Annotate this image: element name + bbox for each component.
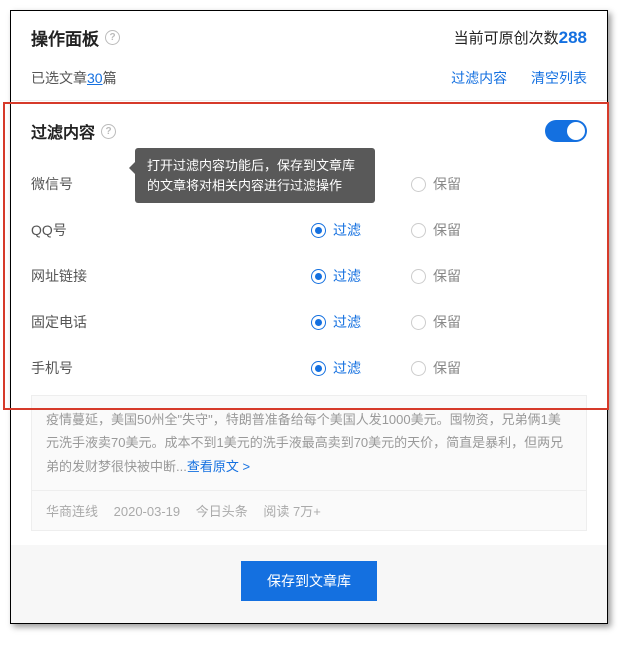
radio-icon (311, 269, 326, 284)
panel-title-text: 操作面板 (31, 25, 99, 50)
article-meta: 华商连线 2020-03-19 今日头条 阅读 7万+ (32, 491, 586, 530)
radio-label: 过滤 (333, 312, 361, 332)
radio-label: 保留 (433, 312, 461, 332)
remain-label: 当前可原创次数 (454, 30, 559, 47)
radio-group: 过滤 保留 (311, 220, 461, 240)
save-button[interactable]: 保存到文章库 (241, 561, 377, 601)
radio-icon (311, 223, 326, 238)
read-more-link[interactable]: 查看原文 > (187, 459, 250, 474)
radio-label: 过滤 (333, 266, 361, 286)
selected-number[interactable]: 30 (87, 70, 103, 86)
radio-label: 过滤 (333, 220, 361, 240)
radio-keep[interactable]: 保留 (411, 174, 461, 194)
subheader-actions: 过滤内容 清空列表 (431, 68, 587, 88)
filter-toggle[interactable] (545, 120, 587, 142)
article-reads: 阅读 7万+ (263, 504, 320, 519)
radio-filter[interactable]: 过滤 (311, 358, 361, 378)
subheader: 已选文章30篇 过滤内容 清空列表 (11, 60, 607, 101)
remain-number: 288 (559, 28, 587, 47)
filter-tooltip: 打开过滤内容功能后，保存到文章库的文章将对相关内容进行过滤操作 (135, 148, 375, 203)
tooltip-text: 打开过滤内容功能后，保存到文章库的文章将对相关内容进行过滤操作 (147, 158, 355, 193)
panel-title: 操作面板 ? (31, 25, 120, 50)
radio-icon (311, 361, 326, 376)
filter-label: QQ号 (31, 220, 311, 240)
article-text: 疫情蔓延，美国50州全"失守"，特朗普准备给每个美国人发1000美元。囤物资，兄… (46, 412, 563, 474)
article-card: 疫情蔓延，美国50州全"失守"，特朗普准备给每个美国人发1000美元。囤物资，兄… (31, 395, 587, 531)
selected-suffix: 篇 (103, 70, 117, 86)
radio-keep[interactable]: 保留 (411, 266, 461, 286)
filter-row-mobile: 手机号 过滤 保留 (31, 345, 587, 391)
article-source: 华商连线 (46, 504, 98, 519)
filter-title: 过滤内容 ? (31, 119, 116, 143)
radio-icon (411, 269, 426, 284)
filter-row-qq: QQ号 过滤 保留 (31, 207, 587, 253)
radio-icon (311, 315, 326, 330)
selected-count: 已选文章30篇 (31, 68, 117, 88)
radio-filter[interactable]: 过滤 (311, 266, 361, 286)
radio-filter[interactable]: 过滤 (311, 312, 361, 332)
radio-group: 过滤 保留 (311, 312, 461, 332)
radio-filter[interactable]: 过滤 (311, 220, 361, 240)
filter-label: 手机号 (31, 358, 311, 378)
filter-panel: 过滤内容 ? 微信号 过滤 保留 QQ号 过滤 保留 网址链接 过滤 保留 (11, 101, 607, 395)
radio-icon (411, 315, 426, 330)
filter-row-landline: 固定电话 过滤 保留 (31, 299, 587, 345)
radio-label: 保留 (433, 220, 461, 240)
clear-link[interactable]: 清空列表 (531, 70, 587, 86)
filter-title-text: 过滤内容 (31, 119, 95, 143)
filter-label: 固定电话 (31, 312, 311, 332)
filter-link[interactable]: 过滤内容 (451, 70, 507, 86)
remain-count: 当前可原创次数288 (454, 27, 587, 48)
radio-group: 过滤 保留 (311, 266, 461, 286)
radio-label: 保留 (433, 174, 461, 194)
panel-header: 操作面板 ? 当前可原创次数288 (11, 11, 607, 60)
radio-icon (411, 361, 426, 376)
radio-label: 过滤 (333, 358, 361, 378)
footer: 保存到文章库 (11, 545, 607, 623)
help-icon[interactable]: ? (105, 30, 120, 45)
help-icon[interactable]: ? (101, 124, 116, 139)
article-date: 2020-03-19 (114, 504, 181, 519)
panel: 操作面板 ? 当前可原创次数288 已选文章30篇 过滤内容 清空列表 过滤内容… (10, 10, 608, 624)
filter-label: 网址链接 (31, 266, 311, 286)
article-platform: 今日头条 (196, 504, 248, 519)
radio-keep[interactable]: 保留 (411, 358, 461, 378)
radio-label: 保留 (433, 266, 461, 286)
selected-prefix: 已选文章 (31, 70, 87, 86)
radio-icon (411, 223, 426, 238)
filter-row-url: 网址链接 过滤 保留 (31, 253, 587, 299)
filter-header: 过滤内容 ? (31, 119, 587, 143)
radio-icon (411, 177, 426, 192)
article-body: 疫情蔓延，美国50州全"失守"，特朗普准备给每个美国人发1000美元。囤物资，兄… (32, 396, 586, 491)
radio-keep[interactable]: 保留 (411, 220, 461, 240)
radio-group: 过滤 保留 (311, 358, 461, 378)
radio-keep[interactable]: 保留 (411, 312, 461, 332)
radio-label: 保留 (433, 358, 461, 378)
